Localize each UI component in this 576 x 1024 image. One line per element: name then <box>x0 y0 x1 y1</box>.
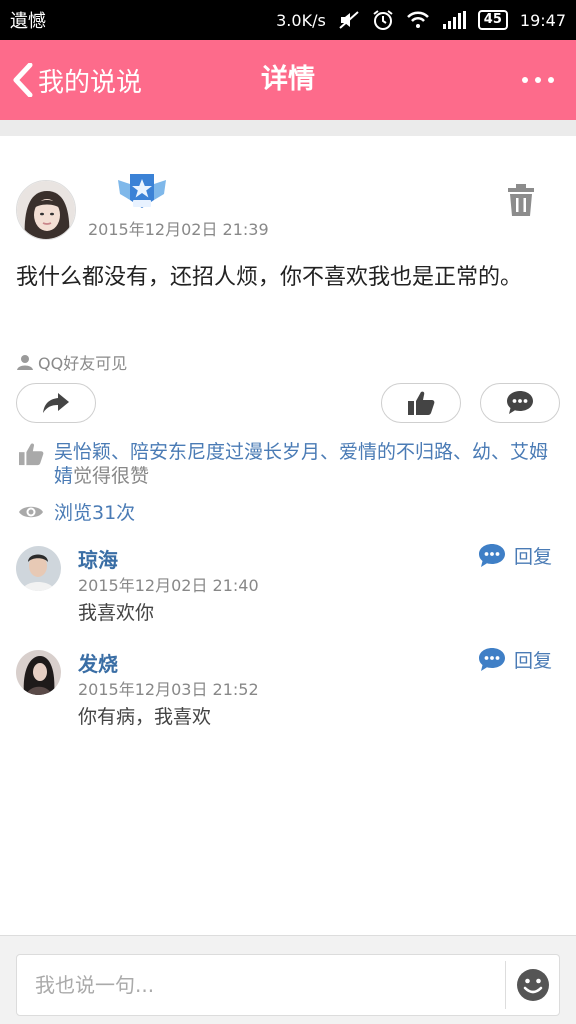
status-icons: 3.0K/s 45 19:47 <box>276 9 566 31</box>
smiley-icon <box>517 969 549 1001</box>
alarm-icon <box>372 9 394 31</box>
delete-button[interactable] <box>506 184 536 216</box>
views-section: 浏览31次 <box>18 498 135 525</box>
likes-suffix: 觉得很赞 <box>73 465 150 487</box>
speech-bubble-icon <box>507 391 533 414</box>
chevron-left-icon <box>13 63 33 97</box>
thumbs-up-icon <box>19 443 44 466</box>
comment-timestamp: 2015年12月03日 21:52 <box>78 680 259 699</box>
speech-bubble-icon <box>478 647 505 671</box>
commenter-avatar[interactable] <box>16 650 61 695</box>
clock: 19:47 <box>519 10 566 30</box>
signal-icon <box>442 11 466 29</box>
input-divider <box>505 961 506 1009</box>
speech-bubble-icon <box>478 543 505 567</box>
back-label: 我的说说 <box>38 67 143 98</box>
comment-timestamp: 2015年12月02日 21:40 <box>78 576 259 595</box>
reply-button[interactable]: 回复 <box>478 646 552 673</box>
header-bar: 我的说说 详情 <box>0 40 576 120</box>
share-arrow-icon <box>43 393 69 413</box>
visibility-text: QQ好友可见 <box>38 354 128 373</box>
emoji-button[interactable] <box>516 968 550 1002</box>
comment-item: 琼海 2015年12月02日 21:40 我喜欢你 回复 <box>16 543 560 642</box>
visibility-label: QQ好友可见 <box>16 350 127 374</box>
reply-label: 回复 <box>513 650 552 672</box>
likes-text: 吴怡颖、陪安东尼度过漫长岁月、爱情的不归路、幼、艾姆婧觉得很赞 <box>54 440 559 488</box>
comment-input-container <box>16 954 560 1016</box>
comment-text: 你有病，我喜欢 <box>78 706 212 728</box>
share-button[interactable] <box>16 383 96 423</box>
post-content: 我什么都没有，还招人烦，你不喜欢我也是正常的。 <box>16 265 523 290</box>
status-bar: 遺憾 3.0K/s 45 19:47 <box>0 0 576 40</box>
trash-icon <box>508 184 534 216</box>
reply-button[interactable]: 回复 <box>478 542 552 569</box>
commenter-name[interactable]: 琼海 <box>78 544 118 573</box>
section-divider <box>0 120 576 136</box>
like-button[interactable] <box>381 383 461 423</box>
comment-button[interactable] <box>480 383 560 423</box>
network-speed: 3.0K/s <box>276 10 326 30</box>
comment-input-bar <box>0 935 576 1024</box>
reply-label: 回复 <box>513 546 552 568</box>
post-timestamp: 2015年12月02日 21:39 <box>88 220 269 239</box>
comment-item: 发烧 2015年12月03日 21:52 你有病，我喜欢 回复 <box>16 647 560 746</box>
commenter-name[interactable]: 发烧 <box>78 648 118 677</box>
more-button[interactable] <box>522 40 554 120</box>
person-icon <box>17 355 33 370</box>
back-button[interactable]: 我的说说 <box>12 40 142 120</box>
carrier-label: 遺憾 <box>10 11 46 32</box>
author-avatar[interactable] <box>16 180 76 240</box>
battery-icon: 45 <box>477 10 508 30</box>
comment-text: 我喜欢你 <box>78 602 155 624</box>
comment-input[interactable] <box>17 955 505 1015</box>
more-icon <box>522 77 528 83</box>
thumbs-up-icon <box>408 391 435 415</box>
commenter-avatar[interactable] <box>16 546 61 591</box>
mute-icon <box>338 10 360 30</box>
views-count: 浏览31次 <box>54 502 136 524</box>
wifi-icon <box>406 11 430 29</box>
eye-icon <box>19 506 43 517</box>
vip-badge-icon <box>116 170 168 210</box>
